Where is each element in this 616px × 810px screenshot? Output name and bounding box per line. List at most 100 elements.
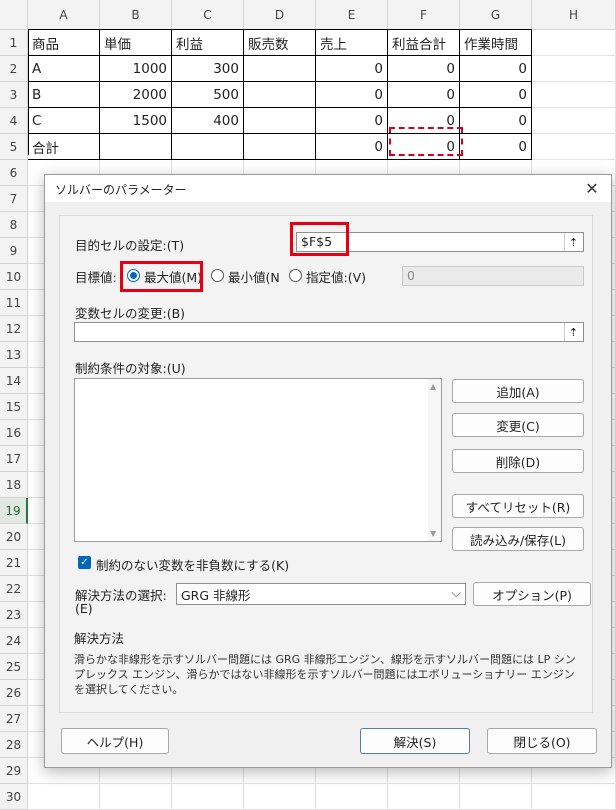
row-header-19[interactable]: 19 bbox=[0, 498, 28, 524]
radio-max[interactable] bbox=[127, 269, 140, 282]
data-cell[interactable] bbox=[244, 108, 316, 134]
objective-cell-input[interactable]: $F$5 bbox=[296, 232, 584, 252]
data-cell[interactable]: 0 bbox=[460, 82, 532, 108]
data-cell[interactable]: 0 bbox=[316, 134, 388, 160]
radio-min-label[interactable]: 最小値(N bbox=[228, 267, 280, 286]
help-button[interactable]: ヘルプ(H) bbox=[61, 728, 169, 754]
column-header-B[interactable]: B bbox=[100, 0, 172, 30]
header-cell[interactable]: 作業時間 bbox=[460, 30, 532, 56]
radio-value-label[interactable]: 指定値:(V) bbox=[306, 267, 366, 286]
row-header-14[interactable]: 14 bbox=[0, 368, 28, 394]
row-header-6[interactable]: 6 bbox=[0, 160, 28, 186]
chevron-down-icon[interactable]: ⌵ bbox=[452, 585, 461, 601]
row-header-21[interactable]: 21 bbox=[0, 550, 28, 576]
row-header-11[interactable]: 11 bbox=[0, 290, 28, 316]
row-header-30[interactable]: 30 bbox=[0, 784, 28, 810]
options-button[interactable]: オプション(P) bbox=[473, 582, 591, 606]
data-cell[interactable]: 500 bbox=[172, 82, 244, 108]
data-cell[interactable]: 0 bbox=[316, 82, 388, 108]
empty-cell[interactable] bbox=[532, 134, 616, 160]
data-cell[interactable]: 1500 bbox=[100, 108, 172, 134]
column-header-G[interactable]: G bbox=[460, 0, 532, 30]
data-cell[interactable]: 0 bbox=[388, 56, 460, 82]
data-cell[interactable]: 0 bbox=[316, 108, 388, 134]
row-header-12[interactable]: 12 bbox=[0, 316, 28, 342]
header-cell[interactable]: 利益合計 bbox=[388, 30, 460, 56]
constraints-list[interactable]: ▲ ▼ bbox=[74, 378, 442, 542]
row-header-23[interactable]: 23 bbox=[0, 602, 28, 628]
empty-cell[interactable] bbox=[532, 108, 616, 134]
row-header-27[interactable]: 27 bbox=[0, 706, 28, 732]
header-cell[interactable]: 単価 bbox=[100, 30, 172, 56]
row-header-10[interactable]: 10 bbox=[0, 264, 28, 290]
data-cell[interactable] bbox=[244, 56, 316, 82]
header-cell[interactable]: 販売数 bbox=[244, 30, 316, 56]
data-cell[interactable]: C bbox=[28, 108, 100, 134]
solving-method-select[interactable]: GRG 非線形 ⌵ bbox=[176, 583, 466, 605]
row-header-28[interactable]: 28 bbox=[0, 732, 28, 758]
row-header-24[interactable]: 24 bbox=[0, 628, 28, 654]
dialog-titlebar[interactable]: ソルバーのパラメーター ✕ bbox=[45, 175, 611, 202]
reset-all-button[interactable]: すべてリセット(R) bbox=[452, 494, 584, 518]
column-header-D[interactable]: D bbox=[244, 0, 316, 30]
empty-cell[interactable] bbox=[172, 784, 244, 810]
empty-cell[interactable] bbox=[244, 784, 316, 810]
row-header-7[interactable]: 7 bbox=[0, 186, 28, 212]
variable-cells-input[interactable] bbox=[74, 322, 584, 342]
nonnegative-checkbox[interactable]: ✓ bbox=[78, 556, 91, 569]
data-cell[interactable]: 2000 bbox=[100, 82, 172, 108]
row-header-5[interactable]: 5 bbox=[0, 134, 28, 160]
radio-value[interactable] bbox=[289, 269, 302, 282]
data-cell[interactable]: 300 bbox=[172, 56, 244, 82]
radio-min[interactable] bbox=[211, 269, 224, 282]
header-cell[interactable]: 利益 bbox=[172, 30, 244, 56]
load-save-button[interactable]: 読み込み/保存(L) bbox=[452, 527, 584, 551]
column-header-H[interactable]: H bbox=[532, 0, 616, 30]
row-header-20[interactable]: 20 bbox=[0, 524, 28, 550]
row-header-13[interactable]: 13 bbox=[0, 342, 28, 368]
delete-constraint-button[interactable]: 削除(D) bbox=[452, 449, 584, 473]
data-cell[interactable]: 0 bbox=[388, 108, 460, 134]
header-cell[interactable]: 売上 bbox=[316, 30, 388, 56]
data-cell[interactable]: A bbox=[28, 56, 100, 82]
row-header-25[interactable]: 25 bbox=[0, 654, 28, 680]
data-cell[interactable]: 0 bbox=[388, 134, 460, 160]
empty-cell[interactable] bbox=[460, 784, 532, 810]
data-cell[interactable]: 0 bbox=[316, 56, 388, 82]
change-constraint-button[interactable]: 変更(C) bbox=[452, 413, 584, 437]
column-header-E[interactable]: E bbox=[316, 0, 388, 30]
row-header-9[interactable]: 9 bbox=[0, 238, 28, 264]
row-header-17[interactable]: 17 bbox=[0, 446, 28, 472]
data-cell[interactable] bbox=[244, 134, 316, 160]
row-header-3[interactable]: 3 bbox=[0, 82, 28, 108]
row-header-8[interactable]: 8 bbox=[0, 212, 28, 238]
row-header-29[interactable]: 29 bbox=[0, 758, 28, 784]
select-all-corner[interactable] bbox=[0, 0, 28, 30]
solve-button[interactable]: 解決(S) bbox=[360, 728, 470, 754]
close-icon[interactable]: ✕ bbox=[579, 176, 605, 200]
row-header-4[interactable]: 4 bbox=[0, 108, 28, 134]
data-cell[interactable]: 0 bbox=[388, 82, 460, 108]
row-header-1[interactable]: 1 bbox=[0, 30, 28, 56]
data-cell[interactable]: 1000 bbox=[100, 56, 172, 82]
close-button[interactable]: 閉じる(O) bbox=[487, 728, 597, 754]
data-cell[interactable] bbox=[100, 134, 172, 160]
row-header-2[interactable]: 2 bbox=[0, 56, 28, 82]
empty-cell[interactable] bbox=[388, 784, 460, 810]
data-cell[interactable]: 0 bbox=[460, 108, 532, 134]
data-cell[interactable]: 0 bbox=[460, 134, 532, 160]
constraints-scrollbar[interactable]: ▲ ▼ bbox=[428, 379, 441, 541]
data-cell[interactable]: B bbox=[28, 82, 100, 108]
row-header-26[interactable]: 26 bbox=[0, 680, 28, 706]
value-of-input[interactable]: 0 bbox=[402, 266, 584, 286]
scroll-down-icon[interactable]: ▼ bbox=[430, 529, 436, 538]
data-cell[interactable]: 400 bbox=[172, 108, 244, 134]
data-cell[interactable]: 合計 bbox=[28, 134, 100, 160]
radio-max-label[interactable]: 最大値(M) bbox=[144, 267, 202, 286]
variables-ref-icon[interactable]: ⇡ bbox=[564, 323, 582, 341]
nonnegative-label[interactable]: 制約のない変数を非負数にする(K) bbox=[96, 555, 289, 574]
add-constraint-button[interactable]: 追加(A) bbox=[452, 379, 584, 403]
empty-cell[interactable] bbox=[100, 784, 172, 810]
empty-cell[interactable] bbox=[532, 784, 616, 810]
data-cell[interactable]: 0 bbox=[460, 56, 532, 82]
